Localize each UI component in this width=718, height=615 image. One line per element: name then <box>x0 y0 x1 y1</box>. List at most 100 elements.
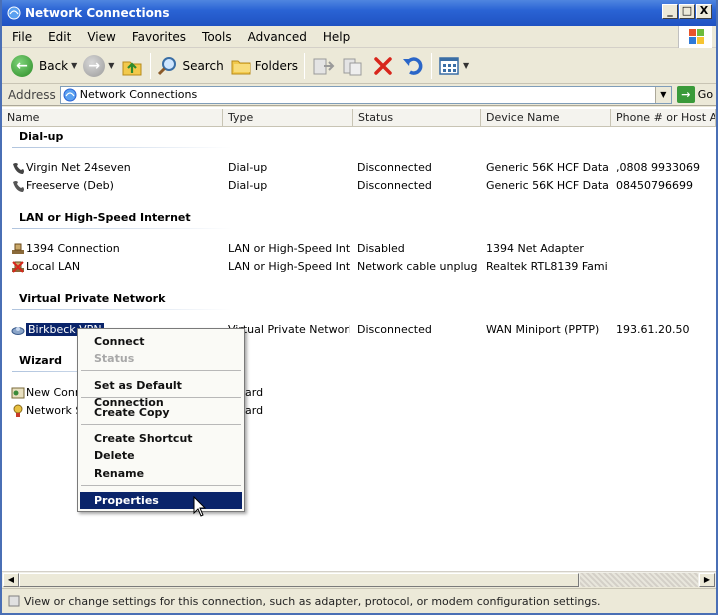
table-row[interactable]: Freeserve (Deb) Dial-up Disconnected Gen… <box>2 177 716 195</box>
status-info-icon <box>8 595 20 607</box>
title-bar[interactable]: Network Connections _ □ X <box>2 0 716 26</box>
windows-logo-icon <box>678 26 712 48</box>
column-header-status[interactable]: Status <box>353 109 481 127</box>
vpn-icon <box>11 327 25 335</box>
chevron-down-icon[interactable]: ▼ <box>463 61 469 70</box>
status-bar: View or change settings for this connect… <box>2 588 716 613</box>
chevron-down-icon[interactable]: ▼ <box>71 61 77 70</box>
menu-file[interactable]: File <box>2 27 40 47</box>
row-name: Freeserve (Deb) <box>26 179 114 192</box>
folders-button[interactable]: Folders <box>227 51 301 81</box>
copy-to-button[interactable] <box>338 51 368 81</box>
close-button[interactable]: X <box>696 4 712 19</box>
search-label: Search <box>182 58 224 73</box>
row-type: Virtual Private Network <box>228 323 350 336</box>
views-button[interactable]: ▼ <box>435 51 472 81</box>
menu-status: Status <box>94 352 135 365</box>
context-menu: Connect Status Set as Default Connection… <box>77 328 245 512</box>
horizontal-scrollbar[interactable]: ◀ ▶ <box>2 571 716 587</box>
row-phone: 193.61.20.50 <box>616 323 690 336</box>
row-device: 1394 Net Adapter <box>486 242 584 255</box>
toolbar-separator <box>431 52 433 79</box>
column-header-name[interactable]: Name <box>2 109 223 127</box>
network-connections-icon <box>63 88 77 101</box>
menu-view[interactable]: View <box>79 27 123 47</box>
row-status: Disconnected <box>357 323 432 336</box>
back-arrow-icon: ← <box>11 54 33 77</box>
table-row[interactable]: Local LAN LAN or High-Speed Inter... Net… <box>2 258 716 276</box>
menu-help[interactable]: Help <box>315 27 358 47</box>
row-phone <box>616 240 716 258</box>
chevron-down-icon[interactable]: ▼ <box>108 61 114 70</box>
row-type: LAN or High-Speed Inter... <box>228 260 350 273</box>
address-input[interactable]: Network Connections ▼ <box>59 85 672 104</box>
address-dropdown-icon[interactable]: ▼ <box>654 86 671 103</box>
column-header-phone[interactable]: Phone # or Host Addre <box>611 109 716 127</box>
delete-button[interactable] <box>368 51 398 81</box>
move-to-button[interactable] <box>308 51 338 81</box>
row-type: ard <box>245 404 264 417</box>
row-device: Realtek RTL8139 Family ... <box>486 260 608 273</box>
toolbar-separator <box>304 52 306 79</box>
menu-create-shortcut[interactable]: Create Shortcut <box>80 430 242 447</box>
back-label: Back <box>39 58 69 73</box>
undo-icon <box>403 56 423 75</box>
group-header-wizard: Wizard <box>19 354 63 367</box>
menu-edit[interactable]: Edit <box>40 27 79 47</box>
table-row[interactable]: Virgin Net 24seven Dial-up Disconnected … <box>2 159 716 177</box>
menu-create-copy[interactable]: Create Copy <box>80 404 242 421</box>
menu-set-default-connection[interactable]: Set as Default Connection <box>80 377 242 409</box>
forward-button[interactable]: → ▼ <box>80 51 117 81</box>
scrollbar-track[interactable] <box>580 573 698 587</box>
row-phone: ,0808 9933069 <box>616 161 700 174</box>
row-type: Dial-up <box>228 179 268 192</box>
column-headers: Name Type Status Device Name Phone # or … <box>2 109 716 127</box>
menu-advanced[interactable]: Advanced <box>240 27 315 47</box>
group-divider <box>12 309 232 310</box>
menu-rename[interactable]: Rename <box>80 465 242 482</box>
row-phone: 08450796699 <box>616 179 693 192</box>
menu-separator <box>81 485 241 486</box>
network-adapter-icon <box>12 243 24 254</box>
views-icon <box>439 56 459 75</box>
undo-button[interactable] <box>398 51 428 81</box>
menu-properties[interactable]: Properties <box>80 492 242 509</box>
network-connections-window: Network Connections _ □ X File Edit View… <box>0 0 718 615</box>
copy-to-icon <box>343 58 362 75</box>
go-button[interactable]: → Go <box>676 86 713 103</box>
scroll-left-icon[interactable]: ◀ <box>3 573 19 587</box>
delete-x-icon <box>374 56 392 75</box>
scrollbar-thumb[interactable] <box>19 573 579 587</box>
up-folder-button[interactable] <box>117 51 147 81</box>
maximize-button[interactable]: □ <box>679 4 695 19</box>
address-label: Address <box>8 87 56 102</box>
address-bar: Address Network Connections ▼ → Go <box>2 84 716 106</box>
row-device: Generic 56K HCF Data F... <box>486 161 608 174</box>
row-name: Local LAN <box>26 260 81 273</box>
scroll-right-icon[interactable]: ▶ <box>699 573 715 587</box>
row-device: Generic 56K HCF Data F... <box>486 179 608 192</box>
network-cable-unplugged-icon <box>12 261 24 273</box>
column-header-type[interactable]: Type <box>223 109 353 127</box>
minimize-button[interactable]: _ <box>662 4 678 19</box>
menu-favorites[interactable]: Favorites <box>124 27 194 47</box>
column-header-device-name[interactable]: Device Name <box>481 109 611 127</box>
back-button[interactable]: ← Back ▼ <box>8 51 80 81</box>
group-divider <box>12 228 232 229</box>
folders-label: Folders <box>254 58 299 73</box>
network-connections-icon <box>7 6 21 20</box>
search-button[interactable]: Search <box>154 51 226 81</box>
up-folder-icon <box>122 61 142 75</box>
row-name: Virgin Net 24seven <box>26 161 131 174</box>
menu-connect[interactable]: Connect <box>80 333 242 350</box>
table-row[interactable]: 1394 Connection LAN or High-Speed Inter.… <box>2 240 716 258</box>
connections-list-view[interactable]: Name Type Status Device Name Phone # or … <box>2 107 716 571</box>
row-status: Disconnected <box>357 179 432 192</box>
menu-separator <box>81 397 241 398</box>
group-header-lan: LAN or High-Speed Internet <box>19 211 191 224</box>
status-text: View or change settings for this connect… <box>24 594 601 608</box>
menu-tools[interactable]: Tools <box>194 27 240 47</box>
row-type: Dial-up <box>228 161 268 174</box>
dialup-phone-icon <box>13 181 24 192</box>
menu-delete[interactable]: Delete <box>80 447 242 464</box>
